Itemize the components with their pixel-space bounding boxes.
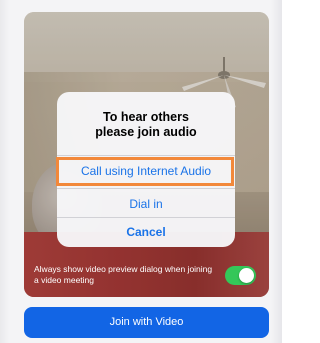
dialog-title: To hear others please join audio <box>57 110 235 140</box>
dialog-divider <box>57 217 235 218</box>
screen-edge-right <box>270 0 282 343</box>
app-screen: Always show video preview dialog when jo… <box>0 0 282 343</box>
dialog-divider <box>57 155 235 156</box>
cancel-button[interactable]: Cancel <box>57 221 235 243</box>
preview-toggle-label: Always show video preview dialog when jo… <box>34 264 213 285</box>
screen-edge-left <box>0 0 10 343</box>
toggle-knob <box>239 268 254 283</box>
dial-in-button[interactable]: Dial in <box>57 193 235 215</box>
preview-toggle-switch[interactable] <box>225 266 256 285</box>
join-with-video-button[interactable]: Join with Video <box>24 307 269 338</box>
dialog-title-line1: To hear others <box>103 110 189 124</box>
highlight-annotation-box <box>56 157 234 186</box>
dialog-divider <box>57 188 235 189</box>
dialog-title-line2: please join audio <box>95 125 197 139</box>
